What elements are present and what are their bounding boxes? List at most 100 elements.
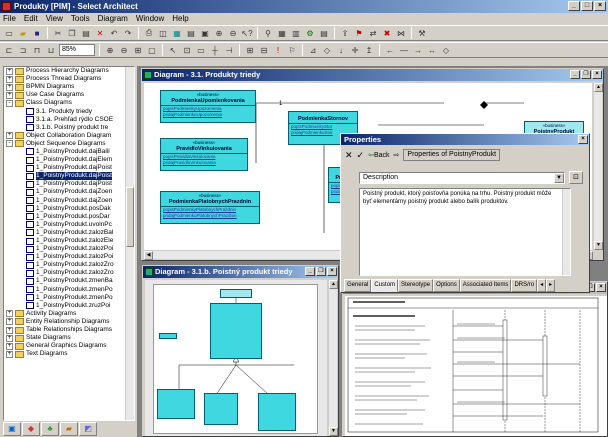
bookmark-icon[interactable]: ⚐ [286,44,298,56]
picture-icon[interactable]: ▣ [199,27,211,39]
tree-node[interactable]: - Object Sequence Diagrams [4,140,134,148]
tree-node[interactable]: 1_PoistnyProdukt.posDar [4,213,134,221]
tree-node[interactable]: + Process Thread Diagrams [4,75,134,83]
cross-icon[interactable]: ✛ [349,44,361,56]
chevron-down-icon[interactable]: ▼ [554,173,564,183]
page-icon[interactable]: ▢ [146,44,158,56]
tree-node[interactable]: 1_PoistnyProdukt.dajElem [4,156,134,164]
menu-file[interactable]: File [3,13,16,25]
menu-view[interactable]: View [46,13,63,25]
binoculars-icon[interactable]: ⚲ [262,27,274,39]
properties-titlebar[interactable]: Properties × [341,134,589,145]
window2-restore-button[interactable]: ❐ [316,267,326,276]
menu-help[interactable]: Help [172,13,188,25]
align-center-icon[interactable]: ⊐ [17,44,29,56]
favorites-tab-icon[interactable]: ◩ [79,422,97,436]
tree-node[interactable]: 1_PoistnyProdukt.zalozZro [4,269,134,277]
zoom-select[interactable]: 85% [59,44,95,56]
connector-tool-icon[interactable]: ⊣ [223,44,235,56]
line-both-icon[interactable]: ↔ [426,44,438,56]
window2-minimize-button[interactable]: _ [305,267,315,276]
window-minimize-button[interactable]: _ [570,70,580,79]
flag-icon[interactable]: ⚑ [353,27,365,39]
tree-node[interactable]: + Use Case Diagrams [4,91,134,99]
preview-icon[interactable]: ◫ [157,27,169,39]
tree-node[interactable]: 1_PoistnyProdukt.zmenPo [4,286,134,294]
product-diagram-titlebar[interactable]: Diagram - 3.1.b. Poistný produkt triedy … [143,266,338,278]
paste-icon[interactable]: ▤ [80,27,92,39]
save-icon[interactable]: ■ [31,27,43,39]
tree-expander-icon[interactable]: + [6,132,13,140]
tree-node[interactable]: + Table Relationships Diagrams [4,326,134,334]
tree-expander-icon[interactable]: + [6,75,13,83]
new-file-icon[interactable]: ▭ [3,27,15,39]
tree-node[interactable]: 1_PoistnyProdukt.zruzPoi [4,302,134,310]
class-box-podmienka-platobnych-prazdnin[interactable]: «business» PodmienkaPlatobnychPrazdnin p… [160,191,260,224]
tree-node[interactable]: 1_PoistnyProdukt.dajPoist [4,172,134,181]
tree-node[interactable]: 3.1.b. Poistný produkt tre [4,124,134,132]
product-diagram-vscroll[interactable]: ▲ ▼ [328,280,338,436]
tree-node[interactable]: 1_PoistnyProdukt.uvolnPc [4,221,134,229]
grid-icon[interactable]: ▦ [276,27,288,39]
tree-expander-icon[interactable]: + [6,310,13,318]
zoom-out-icon[interactable]: ⊖ [227,27,239,39]
zoom-in-icon[interactable]: ⊕ [213,27,225,39]
merge-icon[interactable]: ⋈ [395,27,407,39]
tree-expander-icon[interactable]: + [6,318,13,326]
tree-node[interactable]: 1_PoistnyProdukt.zmenBa [4,277,134,285]
export-icon[interactable]: ⇪ [339,27,351,39]
tree-expander-icon[interactable]: + [6,91,13,99]
tree-node[interactable]: 1_PoistnyProdukt.dajZoen [4,188,134,196]
model-explorer-tree[interactable]: + Process Hierarchy Diagrams + Process Thre… [3,66,135,421]
window2-close-button[interactable]: × [327,267,337,276]
zoom-in-small-icon[interactable]: ⊕ [104,44,116,56]
maximize-button[interactable]: □ [581,1,593,11]
tree-node[interactable]: 1_PoistnyProdukt.dajPoist [4,180,134,188]
tree-node[interactable]: - Class Diagrams [4,99,134,107]
open-folder-icon[interactable]: ▰ [17,27,29,39]
distribute-icon[interactable]: ⊔ [45,44,57,56]
undo-icon[interactable]: ↶ [108,27,120,39]
tree-expander-icon[interactable]: + [6,342,13,350]
class-diagram-vscroll[interactable]: ▲ ▼ [593,83,603,250]
edit-field-button[interactable]: ⊡ [569,171,583,184]
report-icon[interactable]: ▤ [318,27,330,39]
properties-close-button[interactable]: × [578,135,588,144]
class-box-podmienka-upomienkovania[interactable]: «business» PodmienkaUpomienkovania popis… [160,90,256,123]
tree-expander-icon[interactable]: + [6,334,13,342]
rectangle-tool-icon[interactable]: ▭ [195,44,207,56]
delete-icon[interactable]: ✕ [94,27,106,39]
search-tab-icon[interactable]: ▰ [60,422,78,436]
tab-scroll-right-icon[interactable]: ▸ [546,279,556,292]
tree-expander-icon[interactable]: + [6,83,13,91]
diamond-icon[interactable]: ◇ [321,44,333,56]
tree-node[interactable]: 1_PoistnyProdukt.posDak [4,205,134,213]
tab-stereotype[interactable]: Stereotype [398,279,434,292]
explorer-tab-icon[interactable]: ▣ [3,422,21,436]
product-diagram-canvas[interactable] [145,280,327,436]
alert-icon[interactable]: ! [272,44,284,56]
tree-node[interactable]: + General Graphics Diagrams [4,342,134,350]
line-right-icon[interactable]: → [412,44,424,56]
arrow-down-icon[interactable]: ↓ [335,44,347,56]
tree-node[interactable]: 1_PoistnyProdukt.zmenPo [4,294,134,302]
fit-page-icon[interactable]: ⊞ [132,44,144,56]
window3-close-button[interactable]: × [596,283,606,292]
tree-expander-icon[interactable]: + [6,326,13,334]
print-icon[interactable]: ⎙ [143,27,155,39]
grid-snap-icon[interactable]: ⊞ [244,44,256,56]
tree-node[interactable]: + Text Diagrams [4,350,134,358]
help-pointer-icon[interactable]: ↖? [241,27,253,39]
cancel-icon[interactable]: ✕ [345,150,353,161]
line-dash-icon[interactable]: — [398,44,410,56]
class-diagram-titlebar[interactable]: Diagram - 3.1. Produkty triedy _ ❐ × [142,69,603,81]
text-tool-icon[interactable]: ⊡ [181,44,193,56]
menu-tools[interactable]: Tools [71,13,90,25]
tree-expander-icon[interactable]: - [6,140,13,148]
menu-diagram[interactable]: Diagram [98,13,128,25]
diagrams-tab-icon[interactable]: ♣ [41,422,59,436]
tab-drs[interactable]: DRS/ro [511,279,538,292]
tab-scroll-left-icon[interactable]: ◂ [537,279,547,292]
tree-expander-icon[interactable]: + [6,67,13,75]
tree-node[interactable]: 1_PoistnyProdukt.zalozZro [4,261,134,269]
